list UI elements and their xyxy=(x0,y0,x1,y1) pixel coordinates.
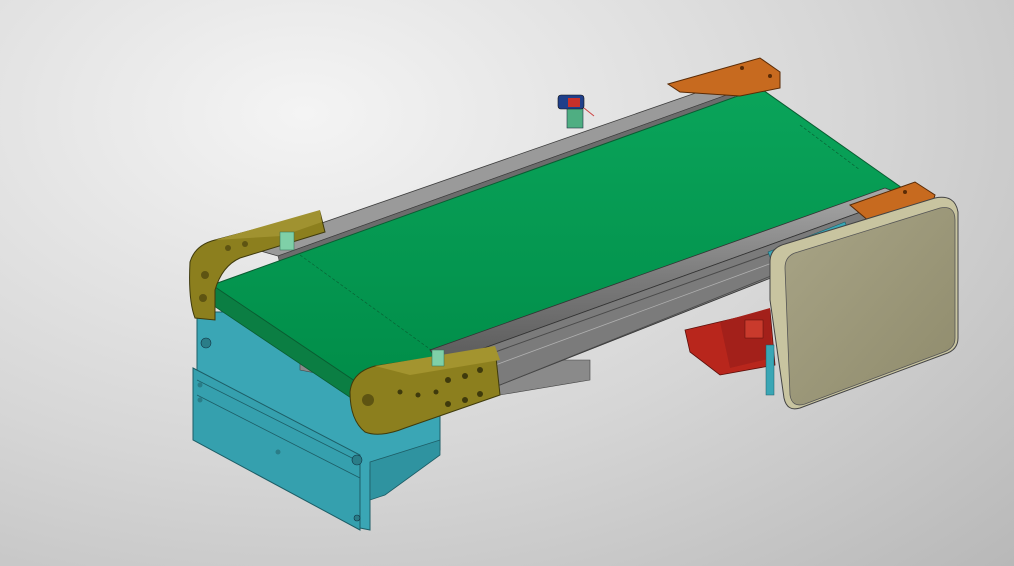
spacer-block xyxy=(279,231,295,251)
cad-viewport[interactable] xyxy=(0,0,1014,566)
sensor-bracket xyxy=(557,94,595,129)
conveyor-model[interactable] xyxy=(0,0,1014,566)
drive-motor xyxy=(684,308,776,376)
end-cap-right-far xyxy=(666,57,781,97)
